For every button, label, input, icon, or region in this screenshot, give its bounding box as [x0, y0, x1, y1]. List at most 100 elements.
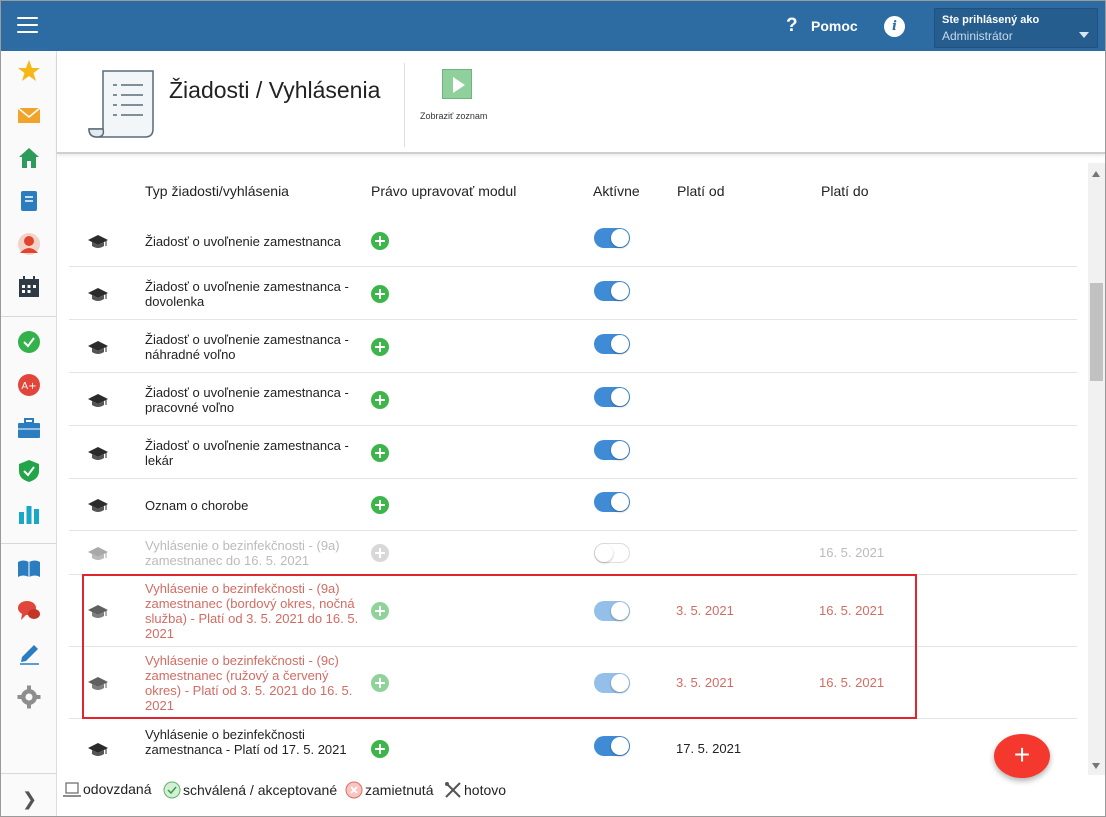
legend-done: hotovo	[444, 781, 506, 799]
active-toggle[interactable]	[594, 439, 630, 460]
row-name: Žiadosť o uvoľnenie zamestnanca	[145, 233, 341, 249]
graduation-cap-icon	[88, 446, 108, 460]
play-icon	[442, 69, 472, 99]
row-name: Žiadosť o uvoľnenie zamestnanca - dovole…	[145, 278, 349, 309]
table-row[interactable]: Žiadosť o uvoľnenie zamestnanca - náhrad…	[69, 320, 1077, 373]
highlight-frame	[82, 574, 917, 719]
sidebar-separator	[1, 316, 57, 317]
top-bar: ? Pomoc i Ste prihlásený ako Administrát…	[1, 1, 1105, 51]
valid-from-date: 17. 5. 2021	[676, 741, 742, 756]
active-toggle[interactable]	[594, 492, 630, 512]
graduation-cap-icon	[88, 287, 108, 301]
grade-icon[interactable]: A+	[17, 373, 41, 397]
add-permission-icon[interactable]	[371, 740, 389, 758]
document-icon	[88, 70, 154, 138]
add-button[interactable]: +	[994, 734, 1050, 778]
row-name: Žiadosť o uvoľnenie zamestnanca - náhrad…	[145, 331, 349, 362]
scrollbar-thumb[interactable]	[1090, 283, 1103, 381]
add-permission-icon[interactable]	[371, 496, 389, 514]
table-row[interactable]: Oznam o chorobe	[69, 479, 1077, 531]
reject-circle-icon	[345, 781, 363, 799]
add-permission-icon[interactable]	[371, 337, 389, 356]
header-divider	[404, 63, 405, 147]
svg-text:A+: A+	[21, 381, 36, 392]
row-name: Žiadosť o uvoľnenie zamestnanca - pracov…	[145, 384, 349, 415]
active-toggle[interactable]	[594, 333, 630, 354]
home-icon[interactable]	[17, 146, 41, 170]
add-permission-icon[interactable]	[371, 544, 389, 562]
row-name: Oznam o chorobe	[145, 497, 249, 513]
row-name: Žiadosť o uvoľnenie zamestnanca - lekár	[145, 437, 349, 468]
user-dropdown[interactable]: Ste prihlásený ako Administrátor	[934, 8, 1098, 48]
table-row[interactable]: Žiadosť o uvoľnenie zamestnanca	[69, 215, 1077, 267]
column-header-active[interactable]: Aktívne	[593, 183, 640, 199]
shield-icon[interactable]	[17, 459, 41, 483]
table-row[interactable]: Vyhlásenie o bezinfekčnosti - (9a) zames…	[69, 531, 1077, 575]
laptop-icon	[63, 782, 81, 797]
graduation-cap-icon	[88, 547, 108, 560]
mail-icon[interactable]	[17, 103, 41, 127]
check-circle-icon	[163, 781, 181, 799]
add-permission-icon[interactable]	[371, 232, 389, 250]
add-permission-icon[interactable]	[371, 443, 389, 462]
table-row[interactable]: Žiadosť o uvoľnenie zamestnanca - pracov…	[69, 373, 1077, 426]
page-header: Žiadosti / Vyhlásenia Zobraziť zoznam	[57, 53, 1105, 154]
column-header-type[interactable]: Typ žiadosti/vyhlásenia	[145, 183, 289, 199]
graduation-cap-icon	[88, 743, 108, 756]
column-header-edit-right[interactable]: Právo upravovať modul	[371, 183, 516, 199]
help-link[interactable]: Pomoc	[811, 18, 858, 34]
active-toggle[interactable]	[594, 280, 630, 301]
add-permission-icon[interactable]	[371, 284, 389, 303]
legend-approved: schválená / akceptované	[163, 781, 337, 799]
sidebar: A+ ❯	[1, 51, 57, 816]
calendar-icon[interactable]	[17, 275, 41, 299]
approved-badge-icon[interactable]	[17, 330, 41, 354]
show-list-button[interactable]: Zobraziť zoznam	[416, 69, 506, 129]
graduation-cap-icon	[88, 235, 108, 248]
chat-icon[interactable]	[17, 599, 41, 623]
column-header-valid-to[interactable]: Platí do	[821, 183, 868, 199]
user-label: Ste prihlásený ako	[942, 14, 1040, 26]
chart-icon[interactable]	[17, 502, 41, 526]
graduation-cap-icon	[88, 499, 108, 512]
page-title: Žiadosti / Vyhlásenia	[169, 77, 381, 103]
active-toggle[interactable]	[594, 228, 630, 248]
legend-rejected-label: zamietnutá	[365, 782, 434, 798]
gear-icon[interactable]	[17, 685, 41, 709]
chevron-down-icon	[1079, 32, 1089, 38]
vertical-scrollbar[interactable]	[1088, 163, 1105, 775]
briefcase-icon[interactable]	[17, 416, 41, 440]
column-header-valid-from[interactable]: Platí od	[677, 183, 724, 199]
table-row[interactable]: Vyhlásenie o bezinfekčnosti zamestnanca …	[69, 719, 1077, 771]
graduation-cap-icon	[88, 340, 108, 354]
table-row[interactable]: Žiadosť o uvoľnenie zamestnanca - dovole…	[69, 267, 1077, 320]
tools-icon	[445, 782, 461, 798]
user-icon[interactable]	[17, 232, 41, 256]
legend-done-label: hotovo	[464, 782, 507, 798]
table-row[interactable]: Žiadosť o uvoľnenie zamestnanca - lekár	[69, 426, 1077, 479]
valid-to-date: 16. 5. 2021	[819, 545, 885, 560]
notebook-icon[interactable]	[17, 189, 41, 213]
active-toggle[interactable]	[594, 386, 630, 407]
app-window: ? Pomoc i Ste prihlásený ako Administrát…	[0, 0, 1106, 817]
show-list-label: Zobraziť zoznam	[420, 111, 488, 121]
active-toggle[interactable]	[594, 543, 630, 563]
scroll-up-icon[interactable]	[1092, 171, 1100, 177]
menu-icon[interactable]	[17, 17, 38, 35]
chevron-right-icon[interactable]: ❯	[22, 789, 37, 810]
active-toggle[interactable]	[594, 736, 630, 756]
legend-submitted-label: odovzdaná	[83, 781, 152, 797]
edit-icon[interactable]	[17, 642, 41, 666]
sidebar-separator	[1, 543, 57, 544]
scroll-down-icon[interactable]	[1092, 763, 1100, 769]
star-icon[interactable]	[17, 59, 41, 83]
book-icon[interactable]	[17, 556, 41, 580]
row-name: Vyhlásenie o bezinfekčnosti - (9a) zames…	[145, 538, 340, 568]
row-name: Vyhlásenie o bezinfekčnosti zamestnanca …	[145, 726, 347, 757]
info-icon[interactable]: i	[884, 16, 905, 37]
user-role: Administrátor	[942, 29, 1013, 43]
graduation-cap-icon	[88, 393, 108, 407]
help-icon[interactable]: ?	[786, 15, 798, 37]
sidebar-separator	[1, 773, 57, 774]
add-permission-icon[interactable]	[371, 390, 389, 409]
